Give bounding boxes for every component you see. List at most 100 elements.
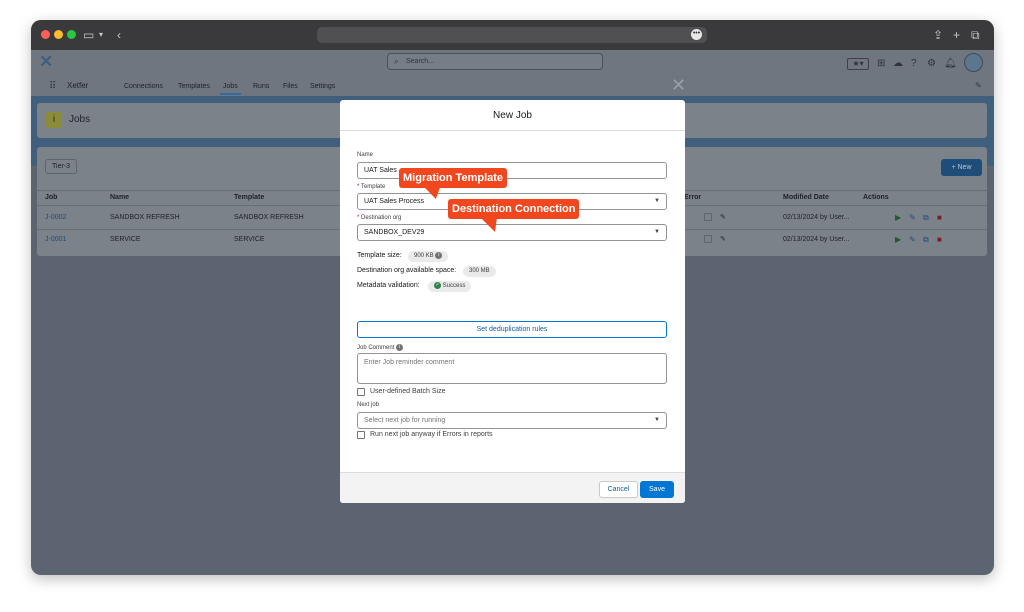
- job-id-link[interactable]: J-0002: [45, 214, 66, 221]
- new-tab-icon[interactable]: +: [953, 27, 960, 43]
- bell-icon[interactable]: 🔔︎: [944, 58, 957, 69]
- share-icon[interactable]: ⇪: [933, 27, 943, 43]
- pencil-icon[interactable]: ✎: [909, 235, 916, 244]
- error-checkbox[interactable]: [704, 235, 712, 243]
- trash-icon[interactable]: ■: [937, 213, 942, 222]
- tab-templates[interactable]: Templates: [178, 81, 210, 93]
- chevron-down-icon: ▼: [654, 417, 660, 423]
- save-button[interactable]: Save: [640, 481, 674, 498]
- job-id-link[interactable]: J-0001: [45, 236, 66, 243]
- back-icon[interactable]: ‹: [117, 27, 121, 43]
- column-header-modified-date[interactable]: Modified Date: [783, 194, 829, 201]
- modified-date: 02/13/2024 by User...: [783, 236, 850, 243]
- app-launcher-icon[interactable]: ⠿: [49, 81, 56, 92]
- pencil-icon[interactable]: ✎: [720, 213, 726, 221]
- run-anyway-label: Run next job anyway if Errors in reports: [370, 431, 493, 438]
- column-header-error[interactable]: Error: [684, 194, 701, 201]
- tab-settings[interactable]: Settings: [310, 81, 335, 93]
- next-job-select[interactable]: Select next job for running ▼: [357, 412, 667, 429]
- search-icon: ⌕: [394, 57, 399, 66]
- browser-toolbar: ▭ ▾ ‹ ••• ⇪ + ⧉: [31, 20, 994, 50]
- run-anyway-checkbox[interactable]: [357, 431, 365, 439]
- chevron-down-icon: ▼: [654, 229, 660, 235]
- info-icon[interactable]: i: [396, 344, 404, 351]
- add-icon[interactable]: ⊞: [877, 58, 885, 69]
- error-checkbox[interactable]: [704, 213, 712, 221]
- copy-icon[interactable]: ⧉: [923, 235, 929, 245]
- global-search-input[interactable]: ⌕ Search...: [387, 53, 603, 70]
- template-size-label: Template size:: [357, 252, 402, 259]
- job-template: SANDBOX REFRESH: [234, 214, 304, 221]
- job-comment-textarea[interactable]: Enter Job reminder comment: [357, 353, 667, 384]
- tab-runs[interactable]: Runs: [253, 81, 269, 93]
- set-deduplication-rules-button[interactable]: Set deduplication rules: [357, 321, 667, 338]
- column-header-job[interactable]: Job: [45, 194, 57, 201]
- new-job-button[interactable]: + New: [941, 159, 982, 176]
- job-template: SERVICE: [234, 236, 265, 243]
- chevron-down-icon[interactable]: ▾: [99, 27, 103, 43]
- callout-migration-template: Migration Template: [399, 168, 508, 188]
- close-modal-icon[interactable]: ✕: [671, 76, 686, 94]
- search-placeholder: Search...: [406, 58, 435, 65]
- available-space-label: Destination org available space:: [357, 267, 457, 274]
- column-header-actions: Actions: [863, 194, 889, 201]
- app-header: ✕ ⌕ Search... ★▾ ⊞ ☁ ? ⚙ 🔔︎ ⠿ Xetfer Con…: [31, 50, 994, 96]
- more-icon[interactable]: •••: [691, 29, 702, 40]
- available-space-badge: 300 MB: [463, 266, 496, 277]
- tab-files[interactable]: Files: [283, 81, 298, 93]
- sidebar-icon[interactable]: ▭: [83, 27, 94, 43]
- favorites-icon[interactable]: ★▾: [847, 58, 869, 70]
- info-icon[interactable]: i: [435, 251, 443, 259]
- job-comment-label: Job Comment i: [357, 344, 404, 351]
- pencil-icon[interactable]: ✎: [720, 235, 726, 243]
- column-header-name[interactable]: Name: [110, 194, 129, 201]
- destination-org-label: * Destination org: [357, 215, 402, 221]
- address-bar[interactable]: •••: [317, 27, 707, 43]
- xetfer-logo-icon: ✕: [39, 52, 54, 71]
- copy-icon[interactable]: ⧉: [923, 213, 929, 223]
- pencil-icon[interactable]: ✎: [909, 213, 916, 222]
- next-job-placeholder: Select next job for running: [364, 417, 446, 424]
- destination-org-value: SANDBOX_DEV29: [364, 229, 425, 236]
- page-title: Jobs: [69, 114, 91, 125]
- minimize-window-button[interactable]: [54, 30, 63, 39]
- edit-nav-icon[interactable]: ✎: [975, 81, 982, 90]
- trash-icon[interactable]: ■: [937, 235, 942, 244]
- column-header-template[interactable]: Template: [234, 194, 264, 201]
- gear-icon[interactable]: ⚙: [927, 58, 936, 69]
- run-icon[interactable]: ▶: [895, 235, 901, 244]
- jobs-icon: i: [46, 112, 62, 128]
- template-value: UAT Sales Process: [364, 198, 425, 205]
- chevron-down-icon: ▼: [654, 198, 660, 204]
- zoom-window-button[interactable]: [67, 30, 76, 39]
- template-label: * Template: [357, 184, 386, 190]
- validation-status-badge: ✓ Success: [428, 281, 472, 292]
- modal-title: New Job: [340, 100, 685, 131]
- metadata-validation-label: Metadata validation:: [357, 282, 420, 289]
- app-name: Xetfer: [67, 81, 89, 90]
- tabs-icon[interactable]: ⧉: [971, 27, 980, 43]
- batch-size-checkbox[interactable]: [357, 388, 365, 396]
- modal-body: Name UAT Sales * Template UAT Sales Proc…: [340, 131, 685, 472]
- run-icon[interactable]: ▶: [895, 213, 901, 222]
- next-job-label: Next job: [357, 402, 380, 408]
- callout-destination-connection: Destination Connection: [448, 199, 580, 219]
- new-job-modal: New Job Name UAT Sales * Template UAT Sa…: [340, 100, 685, 503]
- modal-footer: Cancel Save: [340, 472, 685, 503]
- modified-date: 02/13/2024 by User...: [783, 214, 850, 221]
- tab-jobs[interactable]: Jobs: [220, 81, 241, 95]
- name-value: UAT Sales: [364, 167, 397, 174]
- job-name: SANDBOX REFRESH: [110, 214, 180, 221]
- tab-connections[interactable]: Connections: [124, 81, 163, 93]
- help-icon[interactable]: ?: [911, 58, 917, 69]
- setup-assistant-icon[interactable]: ☁: [893, 58, 903, 69]
- browser-window: ▭ ▾ ‹ ••• ⇪ + ⧉ ✕ ⌕ Search... ★▾ ⊞ ☁ ? ⚙…: [31, 20, 994, 575]
- template-size-badge: 900 KB i: [408, 251, 449, 262]
- job-name: SERVICE: [110, 236, 141, 243]
- destination-org-select[interactable]: SANDBOX_DEV29 ▼: [357, 224, 667, 241]
- avatar[interactable]: [964, 53, 983, 72]
- cancel-button[interactable]: Cancel: [599, 481, 638, 498]
- close-window-button[interactable]: [41, 30, 50, 39]
- list-view-chip[interactable]: Tier-3: [45, 159, 78, 174]
- check-circle-icon: ✓: [434, 281, 441, 289]
